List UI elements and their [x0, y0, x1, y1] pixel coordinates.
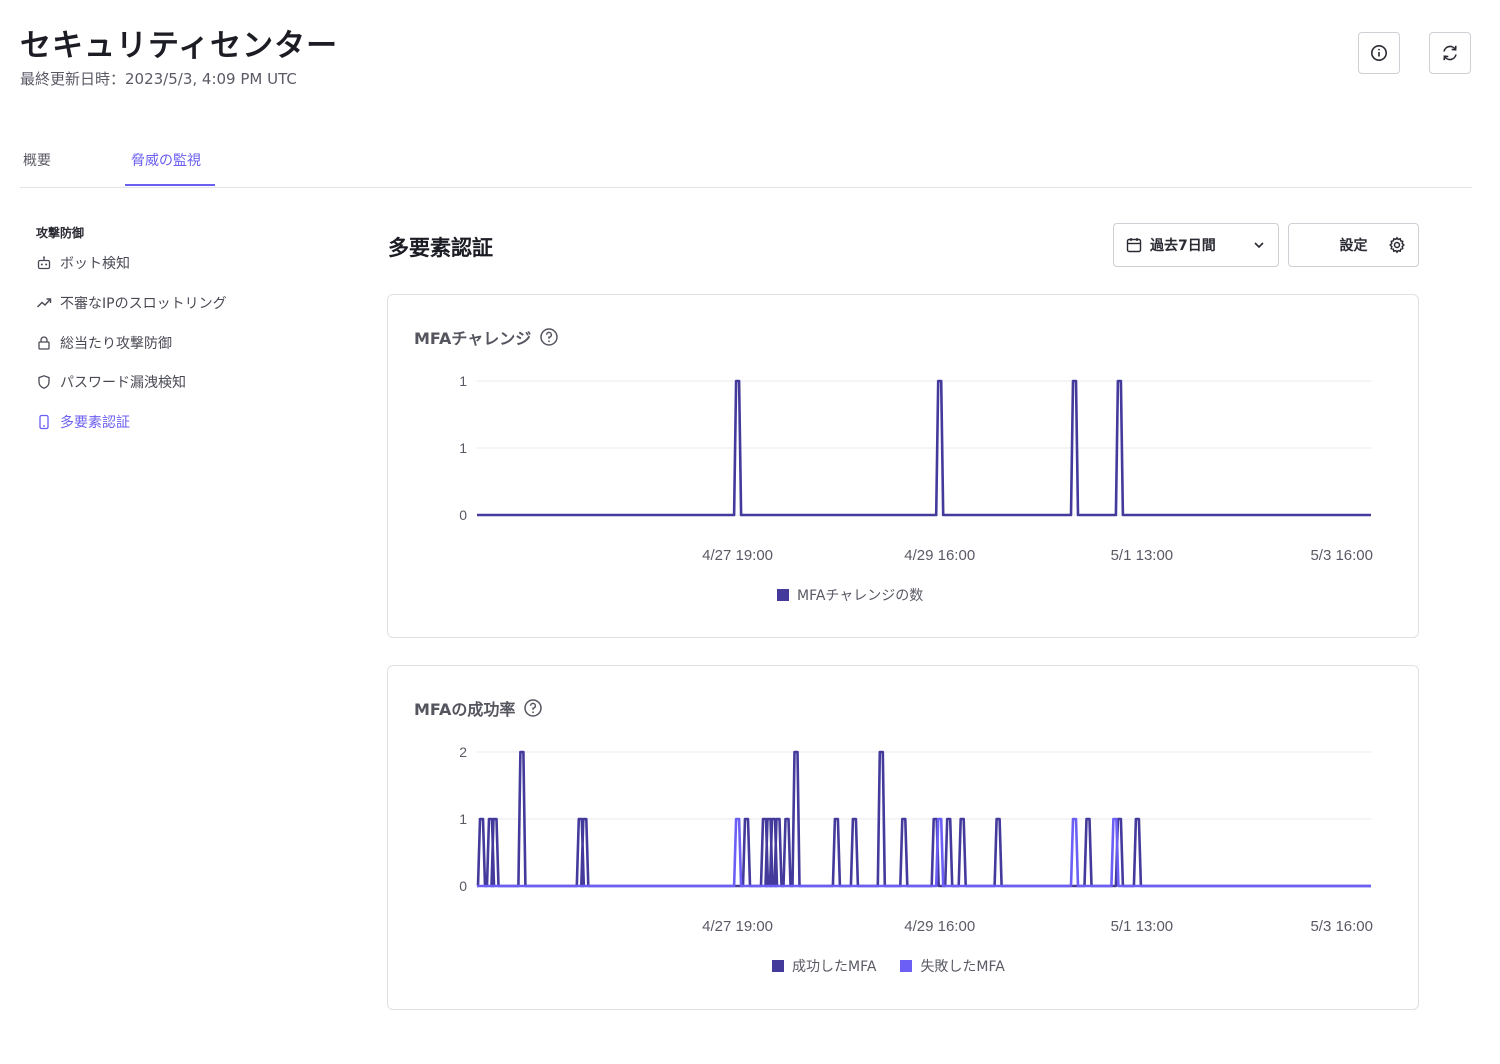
sidebar-item-label: ボット検知: [60, 256, 130, 272]
info-button[interactable]: [1358, 32, 1400, 74]
sidebar-item-label: 多要素認証: [60, 415, 130, 431]
sidebar-item-ip-throttling[interactable]: 不審なIPのスロットリング: [36, 292, 227, 314]
gear-icon: [1389, 236, 1405, 254]
shield-icon: [38, 375, 50, 389]
mfa-challenge-card: MFAチャレンジ 1 1 0 4/27 19:00 4/29 16:00 5/1 13:0…: [387, 294, 1419, 638]
active-tab-indicator: [125, 184, 215, 186]
legend-item[interactable]: 失敗したMFA: [900, 956, 1005, 976]
legend-label: MFAチャレンジの数: [797, 588, 924, 604]
chevron-down-icon: [1254, 242, 1264, 249]
robot-icon: [37, 256, 51, 270]
x-tick-label: 5/3 16:00: [1310, 918, 1373, 935]
y-tick-label: 2: [459, 744, 467, 760]
legend: 成功したMFA 失敗したMFA: [772, 956, 1005, 976]
x-tick-label: 4/29 16:00: [904, 918, 975, 935]
section-title: 多要素認証: [388, 236, 493, 260]
legend-swatch: [900, 960, 913, 972]
y-tick-label: 0: [459, 507, 467, 523]
sidebar-item-bot-detection[interactable]: ボット検知: [36, 252, 130, 274]
legend-swatch: [772, 960, 784, 972]
x-tick-label: 5/1 13:00: [1111, 547, 1174, 564]
sidebar-item-brute-force[interactable]: 総当たり攻撃防御: [36, 332, 172, 354]
sidebar-item-label: 不審なIPのスロットリング: [60, 296, 227, 312]
tab-overview[interactable]: 概要: [23, 150, 51, 186]
x-tick-label: 4/27 19:00: [702, 547, 773, 564]
legend-swatch: [777, 589, 789, 601]
sidebar-item-breached-password[interactable]: パスワード漏洩検知: [36, 371, 186, 393]
x-tick-label: 4/29 16:00: [904, 547, 975, 564]
settings-label: 設定: [1339, 238, 1368, 254]
period-value: 過去7日間: [1150, 238, 1216, 254]
sidebar-item-label: パスワード漏洩検知: [60, 375, 186, 391]
info-icon: [1371, 45, 1387, 61]
legend-item[interactable]: 成功したMFA: [772, 956, 876, 976]
trend-icon: [37, 298, 52, 308]
sidebar-section-title: 攻撃防御: [36, 226, 85, 240]
sidebar-item-label: 総当たり攻撃防御: [60, 336, 172, 352]
y-tick-label: 1: [459, 373, 467, 389]
x-tick-label: 4/27 19:00: [702, 918, 773, 935]
calendar-icon: [1126, 238, 1142, 253]
legend: MFAチャレンジの数: [777, 585, 923, 605]
mfa-success-rate-card: MFAの成功率 2 1 0 4/27 19:00 4/29 16:00 5/1 13:00…: [387, 665, 1419, 1010]
phone-icon: [39, 414, 49, 430]
refresh-button[interactable]: [1429, 32, 1471, 74]
series-line: [477, 817, 1371, 888]
legend-label: 失敗したMFA: [920, 959, 1005, 975]
y-tick-label: 1: [459, 811, 467, 827]
refresh-icon: [1443, 45, 1457, 61]
y-tick-label: 0: [459, 878, 467, 894]
x-tick-label: 5/3 16:00: [1310, 547, 1373, 564]
lock-icon: [38, 336, 50, 350]
y-tick-label: 1: [459, 440, 467, 456]
tab-bar: 概要 脅威の監視: [20, 140, 1472, 188]
legend-label: 成功したMFA: [792, 959, 877, 975]
last-updated-text: 最終更新日時：2023/5/3, 4:09 PM UTC: [20, 70, 297, 88]
x-tick-label: 5/1 13:00: [1111, 918, 1174, 935]
period-dropdown[interactable]: 過去7日間: [1113, 223, 1279, 267]
sidebar-item-mfa[interactable]: 多要素認証: [36, 411, 130, 433]
page-title: セキュリティセンター: [20, 28, 339, 64]
tab-threat-monitoring[interactable]: 脅威の監視: [131, 150, 201, 186]
settings-button[interactable]: 設定: [1288, 223, 1419, 267]
legend-item[interactable]: MFAチャレンジの数: [777, 585, 923, 605]
